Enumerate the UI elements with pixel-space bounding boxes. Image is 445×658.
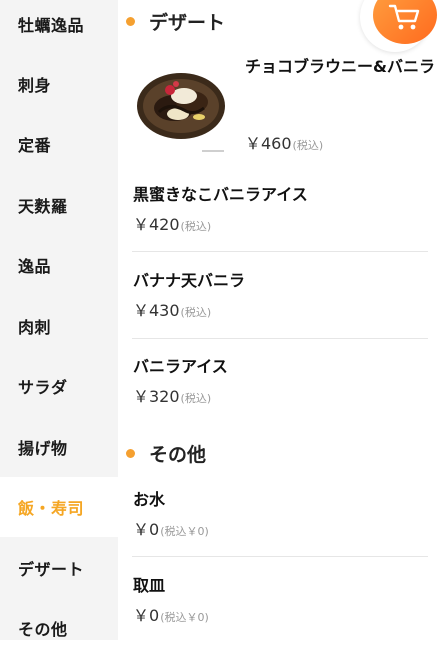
price-value: ￥420 xyxy=(133,215,180,234)
section-header-other: その他 xyxy=(118,440,206,467)
sidebar-item-label: 天麩羅 xyxy=(18,197,68,216)
item-price: ￥0 (税込￥0) xyxy=(133,516,209,540)
item-name[interactable]: お水 xyxy=(133,486,165,510)
item-name[interactable]: チョコブラウニー&バニラ xyxy=(245,53,435,77)
sidebar-item-label: デザート xyxy=(18,560,85,579)
item-price: ￥320 (税込) xyxy=(133,383,211,407)
sidebar-item-other[interactable]: その他 xyxy=(0,598,118,658)
sidebar-item-sashimi[interactable]: 刺身 xyxy=(0,54,118,114)
item-price: ￥0 (税込￥0) xyxy=(133,602,209,626)
price-value: ￥430 xyxy=(133,301,180,320)
sidebar-item-label: 牡蠣逸品 xyxy=(18,16,85,35)
item-name[interactable]: 取皿 xyxy=(133,572,165,596)
sidebar-item-tempura[interactable]: 天麩羅 xyxy=(0,175,118,235)
section-header-dessert: デザート xyxy=(118,8,225,35)
sidebar-item-label: その他 xyxy=(18,620,68,639)
sidebar-item-label: 刺身 xyxy=(18,76,52,95)
item-price: ￥420 (税込) xyxy=(133,211,211,235)
image-caption-bar xyxy=(202,150,224,152)
divider xyxy=(132,251,428,252)
sidebar-item-specialty[interactable]: 逸品 xyxy=(0,235,118,295)
tax-note: (税込￥0) xyxy=(160,525,209,538)
item-price: ￥460 (税込) xyxy=(245,130,323,154)
tax-note: (税込) xyxy=(292,139,324,152)
sidebar-item-dessert[interactable]: デザート xyxy=(0,538,118,598)
price-value: ￥320 xyxy=(133,387,180,406)
sidebar-item-label: サラダ xyxy=(18,378,68,397)
item-price: ￥430 (税込) xyxy=(133,297,211,321)
tax-note: (税込) xyxy=(180,306,212,319)
sidebar-item-label: 定番 xyxy=(18,136,52,155)
sidebar-item-label: 飯・寿司 xyxy=(18,499,85,518)
menu-list: デザート チョコブラウニー&バニラ ￥460 (税込) 黒蜜きなこバニラアイス … xyxy=(118,0,445,640)
sidebar-item-label: 逸品 xyxy=(18,257,52,276)
divider xyxy=(132,556,428,557)
category-sidebar: 牡蠣逸品 刺身 定番 天麩羅 逸品 肉刺 サラダ 揚げ物 飯・寿司 デザート そ… xyxy=(0,0,118,640)
sidebar-item-label: 肉刺 xyxy=(18,318,52,337)
item-name[interactable]: 黒蜜きなこバニラアイス xyxy=(133,181,308,205)
section-dot-icon xyxy=(126,17,135,26)
price-value: ￥0 xyxy=(133,606,160,625)
section-title: その他 xyxy=(149,444,207,466)
price-value: ￥460 xyxy=(245,134,292,153)
tax-note: (税込) xyxy=(180,220,212,233)
sidebar-item-meat-sashimi[interactable]: 肉刺 xyxy=(0,296,118,356)
price-value: ￥0 xyxy=(133,520,160,539)
section-dot-icon xyxy=(126,449,135,458)
sidebar-item-oyster[interactable]: 牡蠣逸品 xyxy=(0,0,118,54)
section-title: デザート xyxy=(149,12,226,34)
cart-icon[interactable] xyxy=(388,2,422,32)
item-name[interactable]: バニラアイス xyxy=(133,353,228,377)
tax-note: (税込) xyxy=(180,392,212,405)
sidebar-item-label: 揚げ物 xyxy=(18,439,68,458)
sidebar-item-fried[interactable]: 揚げ物 xyxy=(0,417,118,477)
tax-note: (税込￥0) xyxy=(160,611,209,624)
sidebar-item-standard[interactable]: 定番 xyxy=(0,114,118,174)
dessert-photo[interactable] xyxy=(134,62,228,144)
item-name[interactable]: バナナ天バニラ xyxy=(133,267,245,291)
sidebar-item-rice-sushi[interactable]: 飯・寿司 xyxy=(0,477,118,537)
divider xyxy=(132,338,428,339)
sidebar-item-salad[interactable]: サラダ xyxy=(0,356,118,416)
